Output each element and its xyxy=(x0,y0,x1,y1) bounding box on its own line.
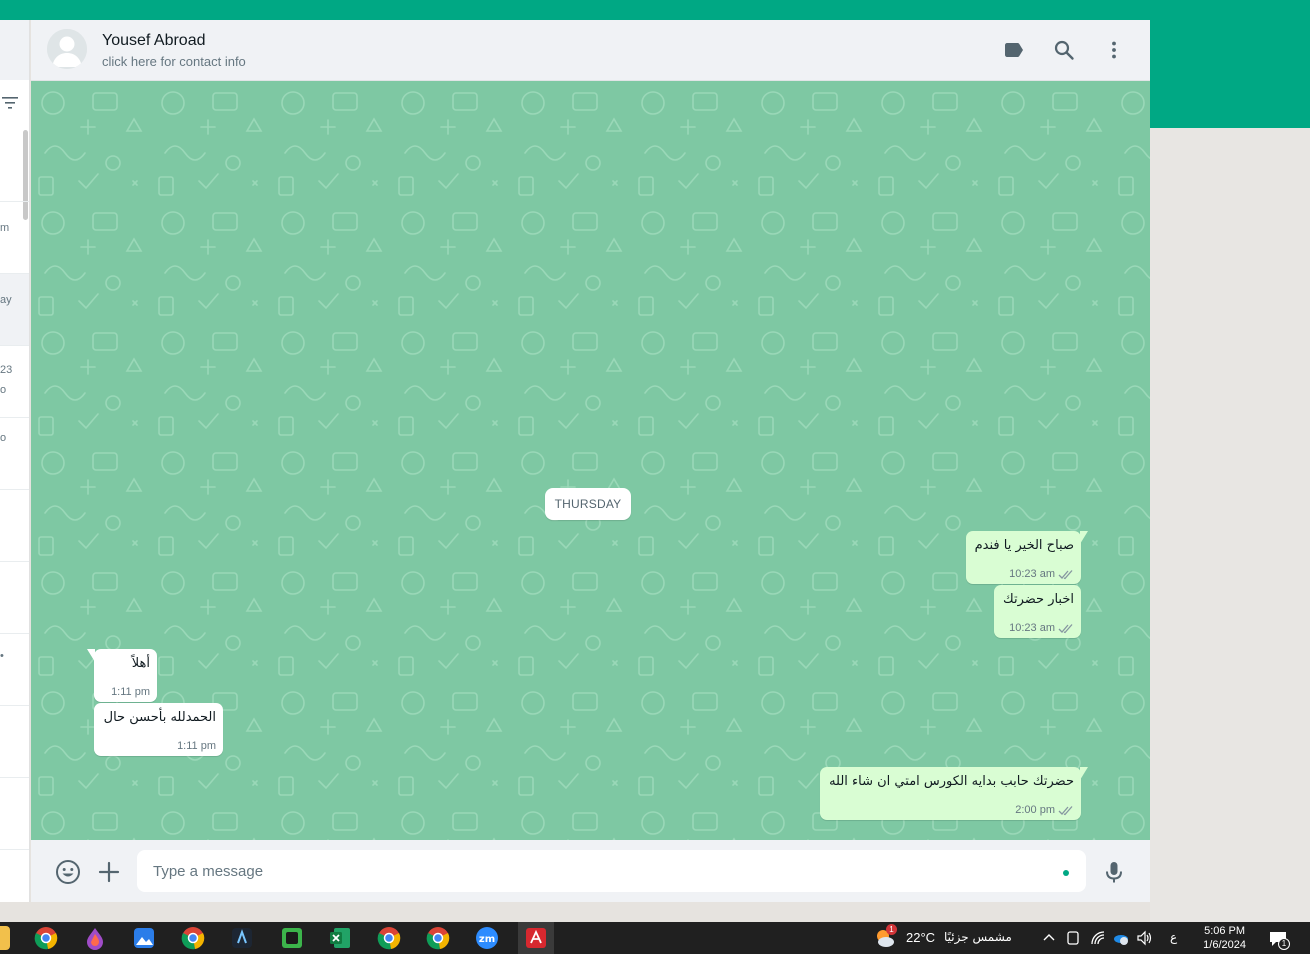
chat-list-item[interactable]: • xyxy=(0,634,29,706)
chat-list-item-active[interactable]: ay xyxy=(0,274,29,346)
status-dot xyxy=(1063,870,1069,876)
chat-conversation-panel[interactable]: THURSDAY صباح الخير يا فندم 10:23 am اخب… xyxy=(31,81,1150,840)
excel-icon[interactable] xyxy=(328,926,352,950)
menu-dots-icon[interactable] xyxy=(1102,38,1126,62)
bubble-tail xyxy=(87,649,95,662)
message-text: صباح الخير يا فندم xyxy=(974,538,1074,553)
message-meta: 10:23 am xyxy=(1009,622,1074,634)
system-clock[interactable]: 5:06 PM 1/6/2024 xyxy=(1203,924,1246,952)
app-header-band xyxy=(1150,20,1310,128)
search-icon[interactable] xyxy=(1052,38,1076,62)
svg-text:zm: zm xyxy=(479,934,495,945)
bubble-tail xyxy=(1080,767,1088,780)
chat-list-item-fragment: o xyxy=(0,384,7,396)
notification-count: 1 xyxy=(1278,938,1290,950)
chat-list-sidebar: m ay 23 o o • xyxy=(0,20,30,902)
message-time: 1:11 pm xyxy=(111,686,150,698)
chat-list-item-fragment: 23 xyxy=(0,364,13,376)
zoom-icon[interactable]: zm xyxy=(475,926,499,950)
avatar[interactable] xyxy=(47,29,87,69)
chat-list-item[interactable] xyxy=(0,562,29,634)
wifi-icon[interactable] xyxy=(1090,930,1106,946)
chat-list-item-fragment: o xyxy=(0,432,7,444)
chat-list-item-fragment: • xyxy=(0,650,4,662)
device-icon[interactable] xyxy=(1066,930,1080,946)
incoming-message-bubble[interactable]: الحمدلله بأحسن حال 1:11 pm xyxy=(94,703,223,756)
message-meta: 2:00 pm xyxy=(1015,804,1074,816)
chrome-profile-icon[interactable] xyxy=(181,926,205,950)
outgoing-message-bubble[interactable]: اخبار حضرتك 10:23 am xyxy=(994,585,1081,638)
message-meta: 1:11 pm xyxy=(177,740,216,752)
contact-name[interactable]: Yousef Abroad xyxy=(102,32,206,50)
weather-condition[interactable]: مشمس جزئيًا xyxy=(944,930,1012,944)
filter-icon[interactable] xyxy=(2,96,18,110)
weather-temp[interactable]: 22°C xyxy=(906,930,935,945)
chat-list-item[interactable]: m xyxy=(0,202,29,274)
chat-list-item-fragment: m xyxy=(0,222,10,234)
windows-taskbar: zm 1 22°C مشمس جزئيًا ع 5:06 PM 1/6/2024… xyxy=(0,922,1310,954)
read-receipt-icon xyxy=(1058,805,1073,815)
camtasia-icon[interactable] xyxy=(280,926,304,950)
message-meta: 10:23 am xyxy=(1009,568,1074,580)
contact-info-hint[interactable]: click here for contact info xyxy=(102,54,246,69)
message-time: 10:23 am xyxy=(1009,568,1055,580)
message-time: 1:11 pm xyxy=(177,740,216,752)
message-input[interactable] xyxy=(137,850,1086,892)
app-icon[interactable] xyxy=(230,926,254,950)
weather-badge: 1 xyxy=(886,924,897,935)
photos-icon[interactable] xyxy=(132,926,156,950)
chat-list-item[interactable] xyxy=(0,778,29,850)
day-divider-chip: THURSDAY xyxy=(545,488,631,520)
chevron-up-icon[interactable] xyxy=(1042,931,1056,945)
incoming-message-bubble[interactable]: أهلاً 1:11 pm xyxy=(87,649,157,702)
message-text: الحمدلله بأحسن حال xyxy=(103,710,216,725)
message-text: أهلاً xyxy=(131,656,150,671)
sidebar-header xyxy=(0,20,29,80)
message-text: اخبار حضرتك xyxy=(1003,592,1074,607)
chat-list-item[interactable] xyxy=(0,130,29,202)
message-meta: 1:11 pm xyxy=(111,686,150,698)
chat-list-item[interactable]: o xyxy=(0,418,29,490)
chat-list-item[interactable] xyxy=(0,706,29,778)
chat-list-item[interactable] xyxy=(0,490,29,562)
message-text: حضرتك حابب بدايه الكورس امتي ان شاء الله xyxy=(829,774,1074,789)
volume-icon[interactable] xyxy=(1136,930,1154,946)
chat-list-item[interactable]: 23 o xyxy=(0,346,29,418)
chat-header[interactable]: Yousef Abroad click here for contact inf… xyxy=(31,20,1150,81)
mic-icon[interactable] xyxy=(1101,859,1127,885)
label-icon[interactable] xyxy=(1002,38,1026,62)
chrome-profile-icon[interactable] xyxy=(426,926,450,950)
message-composer xyxy=(31,840,1150,902)
outgoing-message-bubble[interactable]: حضرتك حابب بدايه الكورس امتي ان شاء الله… xyxy=(820,767,1088,820)
input-language[interactable]: ع xyxy=(1170,930,1177,944)
acrobat-active-app[interactable] xyxy=(518,922,554,954)
chat-list-item-fragment: ay xyxy=(0,294,12,306)
default-avatar-icon xyxy=(47,29,87,69)
attach-plus-icon[interactable] xyxy=(96,859,122,885)
top-accent-strip xyxy=(0,0,1310,20)
file-explorer-icon[interactable] xyxy=(0,926,10,950)
read-receipt-icon xyxy=(1058,623,1073,633)
emoji-icon[interactable] xyxy=(55,859,81,885)
message-time: 2:00 pm xyxy=(1015,804,1055,816)
clock-date: 1/6/2024 xyxy=(1203,939,1246,951)
acrobat-icon xyxy=(526,928,546,948)
chrome-icon[interactable] xyxy=(34,926,58,950)
onedrive-icon[interactable] xyxy=(1112,930,1130,946)
bubble-tail xyxy=(1080,531,1088,544)
clock-time: 5:06 PM xyxy=(1204,925,1246,937)
app-background xyxy=(1150,128,1310,922)
paint-drop-icon[interactable] xyxy=(83,926,107,950)
message-time: 10:23 am xyxy=(1009,622,1055,634)
read-receipt-icon xyxy=(1058,569,1073,579)
outgoing-message-bubble[interactable]: صباح الخير يا فندم 10:23 am xyxy=(965,531,1088,584)
chrome-profile-icon[interactable] xyxy=(377,926,401,950)
